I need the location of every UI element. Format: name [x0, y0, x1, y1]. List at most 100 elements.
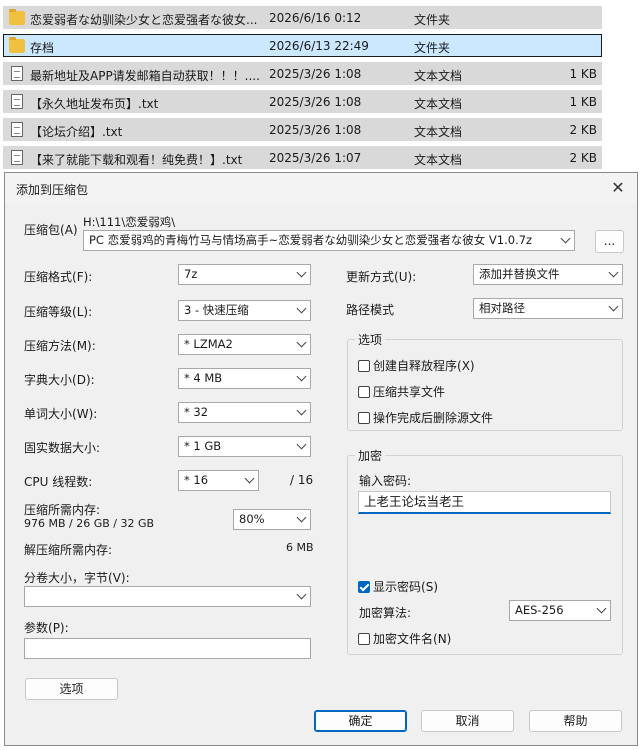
- ok-button[interactable]: 确定: [314, 710, 407, 732]
- file-name: 【永久地址发布页】.txt: [30, 97, 159, 111]
- close-icon[interactable]: ✕: [609, 179, 627, 197]
- encryption-method-combo[interactable]: AES-256: [509, 600, 611, 621]
- doc-icon: [11, 122, 23, 137]
- file-row[interactable]: 【来了就能下载和观看！纯免费！】.txt 2025/3/26 1:07 文本文档 2 …: [3, 146, 602, 169]
- browse-button[interactable]: ...: [595, 230, 624, 253]
- cpu-combo[interactable]: * 16: [178, 470, 259, 491]
- file-type: 文本文档: [414, 153, 463, 167]
- password-label: 输入密码:: [359, 474, 412, 488]
- mem-percent-combo[interactable]: 80%: [233, 509, 311, 530]
- file-row[interactable]: 最新地址及APP请发邮箱自动获取！！！.... 2025/3/26 1:08 文本文…: [3, 62, 602, 85]
- mem-compress-detail: 976 MB / 26 GB / 32 GB: [24, 517, 155, 530]
- file-name: 恋爱弱者な幼驯染少女と恋爱强者な彼女...: [30, 13, 258, 27]
- word-label: 单词大小(W):: [24, 407, 98, 421]
- method-combo[interactable]: * LZMA2: [178, 334, 311, 355]
- options-group: 选项 创建自释放程序(X) 压缩共享文件 操作完成后删除源文件: [347, 331, 623, 431]
- file-size: 2 KB: [569, 123, 597, 137]
- file-date: 2025/3/26 1:08: [269, 123, 362, 137]
- file-row[interactable]: 存档 2026/6/13 22:49 文件夹: [3, 34, 602, 57]
- chevron-down-icon: [296, 267, 307, 278]
- file-list: 恋爱弱者な幼驯染少女と恋爱强者な彼女... 2026/6/16 0:12 文件夹存档…: [0, 0, 643, 172]
- dict-combo[interactable]: * 4 MB: [178, 368, 311, 389]
- options-button[interactable]: 选项: [25, 678, 118, 700]
- file-type: 文本文档: [414, 97, 463, 111]
- checkbox-icon: [358, 360, 370, 372]
- password-input[interactable]: 上老王论坛当老王: [358, 491, 611, 514]
- show-password-checkbox[interactable]: 显示密码(S): [358, 578, 438, 595]
- chevron-down-icon: [596, 603, 607, 614]
- file-row[interactable]: 恋爱弱者な幼驯染少女と恋爱强者な彼女... 2026/6/16 0:12 文件夹: [3, 6, 602, 29]
- params-input[interactable]: [24, 638, 311, 659]
- file-date: 2026/6/13 22:49: [269, 39, 369, 53]
- file-date: 2025/3/26 1:08: [269, 67, 362, 81]
- update-combo[interactable]: 添加并替换文件: [473, 264, 623, 285]
- cpu-max: / 16: [290, 473, 314, 487]
- file-date: 2025/3/26 1:08: [269, 95, 362, 109]
- update-label: 更新方式(U):: [346, 270, 417, 284]
- dict-value: * 4 MB: [184, 371, 223, 385]
- encryption-group-title: 加密: [355, 447, 386, 464]
- dialog-titlebar: 添加到压缩包 ✕: [5, 173, 637, 203]
- file-name: 【来了就能下载和观看！纯免费！】.txt: [30, 153, 243, 167]
- folder-icon: [9, 37, 25, 53]
- checkbox-icon: [358, 386, 370, 398]
- file-type: 文件夹: [414, 13, 451, 27]
- pathmode-value: 相对路径: [479, 301, 525, 315]
- checkbox-icon: [358, 633, 370, 645]
- mem-compress-label: 压缩所需内存:: [24, 503, 101, 517]
- mem-decompress-label: 解压缩所需内存:: [24, 543, 113, 557]
- level-combo[interactable]: 3 - 快速压缩: [178, 300, 311, 321]
- format-value: 7z: [184, 267, 198, 281]
- chevron-down-icon: [296, 303, 307, 314]
- archive-path: H:\111\恋爱弱鸡\: [83, 215, 176, 229]
- sfx-checkbox[interactable]: 创建自释放程序(X): [358, 357, 475, 374]
- archive-label: 压缩包(A): [24, 223, 78, 237]
- pathmode-label: 路径模式: [346, 303, 395, 317]
- level-label: 压缩等级(L):: [24, 305, 93, 319]
- params-label: 参数(P):: [24, 621, 69, 635]
- chevron-down-icon: [296, 589, 307, 600]
- file-type: 文本文档: [414, 69, 463, 83]
- format-label: 压缩格式(F):: [24, 270, 93, 284]
- word-combo[interactable]: * 32: [178, 402, 311, 423]
- format-combo[interactable]: 7z: [178, 264, 311, 285]
- file-size: 1 KB: [569, 95, 597, 109]
- doc-icon: [11, 150, 23, 165]
- level-value: 3 - 快速压缩: [184, 303, 249, 317]
- file-row[interactable]: 【永久地址发布页】.txt 2025/3/26 1:08 文本文档 1 KB: [3, 90, 602, 113]
- file-row[interactable]: 【论坛介绍】.txt 2025/3/26 1:08 文本文档 2 KB: [3, 118, 602, 141]
- shared-checkbox[interactable]: 压缩共享文件: [358, 383, 445, 400]
- file-name: 最新地址及APP请发邮箱自动获取！！！....: [30, 69, 260, 83]
- dialog-title: 添加到压缩包: [16, 183, 89, 197]
- mem-percent-value: 80%: [239, 512, 265, 526]
- dict-label: 字典大小(D):: [24, 373, 95, 387]
- chevron-down-icon: [608, 267, 619, 278]
- solid-label: 固实数据大小:: [24, 441, 101, 455]
- encryption-group: 加密 输入密码: 上老王论坛当老王 显示密码(S) 加密算法: AES-256 …: [347, 447, 623, 655]
- help-button[interactable]: 帮助: [529, 710, 622, 732]
- file-date: 2026/6/16 0:12: [269, 11, 362, 25]
- folder-icon: [9, 9, 25, 25]
- file-type: 文本文档: [414, 125, 463, 139]
- delete-source-checkbox[interactable]: 操作完成后删除源文件: [358, 409, 493, 426]
- chevron-down-icon: [296, 439, 307, 450]
- chevron-down-icon: [296, 371, 307, 382]
- checkbox-checked-icon: [358, 581, 370, 593]
- file-name: 存档: [30, 41, 55, 55]
- add-to-archive-dialog: 添加到压缩包 ✕ 压缩包(A) H:\111\恋爱弱鸡\ PC 恋爱弱鸡的青梅竹…: [4, 172, 638, 746]
- encryption-method-label: 加密算法:: [359, 606, 412, 620]
- solid-value: * 1 GB: [184, 439, 222, 453]
- update-value: 添加并替换文件: [479, 267, 560, 281]
- file-name: 【论坛介绍】.txt: [30, 125, 123, 139]
- archive-name-combo[interactable]: PC 恋爱弱鸡的青梅竹马与情场高手~恋爱弱者な幼驯染少女と恋爱强者な彼女 V1.…: [83, 230, 575, 251]
- mem-decompress-value: 6 MB: [286, 541, 314, 554]
- word-value: * 32: [184, 405, 209, 419]
- volume-combo[interactable]: [24, 586, 311, 607]
- method-value: * LZMA2: [184, 337, 233, 351]
- pathmode-combo[interactable]: 相对路径: [473, 298, 623, 319]
- file-size: 1 KB: [569, 67, 597, 81]
- solid-combo[interactable]: * 1 GB: [178, 436, 311, 457]
- volume-label: 分卷大小，字节(V):: [24, 571, 130, 585]
- encrypt-names-checkbox[interactable]: 加密文件名(N): [358, 630, 451, 647]
- cancel-button[interactable]: 取消: [421, 710, 514, 732]
